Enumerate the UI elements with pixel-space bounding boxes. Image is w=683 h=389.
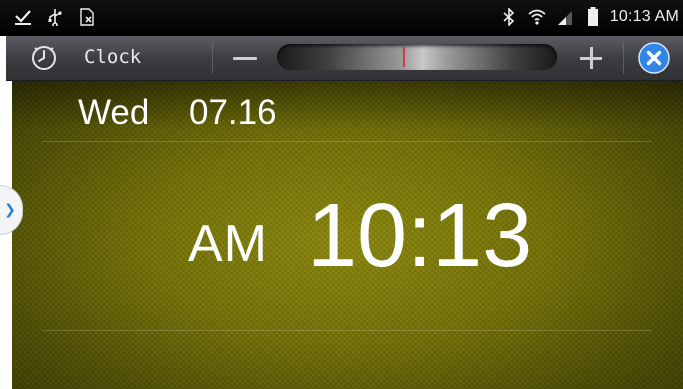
close-button[interactable] [638,42,670,74]
signal-icon [554,6,576,28]
divider-line [42,330,652,331]
app-title: Clock [84,46,142,68]
close-icon [638,42,670,74]
status-bar: 10:13 AM [0,0,683,36]
am-pm-indicator: AM [188,215,268,273]
status-icons-right: 10:13 AM [498,6,679,28]
clock-panel: Wed 07.16 AM 10:13 [12,81,683,389]
usb-icon [44,6,66,28]
status-icons-left [12,6,98,28]
weekday: Wed [78,93,150,132]
battery-icon [582,6,604,28]
chevron-right-icon: ❯ [4,202,16,218]
toolbar-divider [212,42,213,74]
status-time: 10:13 AM [609,8,679,25]
wifi-icon [526,6,548,28]
bluetooth-icon [498,6,520,28]
app-title-bar: Clock [6,36,683,81]
plus-icon-vertical [590,47,593,69]
clock-icon [31,45,57,71]
increase-transparency-button[interactable] [572,40,610,76]
download-complete-icon [12,6,34,28]
current-time: 10:13 [307,186,533,286]
decrease-transparency-button[interactable] [219,40,271,76]
slider-thumb[interactable] [403,47,405,67]
transparency-slider[interactable] [277,44,557,70]
minus-icon [233,56,257,60]
sim-card-icon [76,6,98,28]
divider-line [42,141,652,142]
toolbar-divider [623,42,624,74]
date: 07.16 [189,93,277,132]
